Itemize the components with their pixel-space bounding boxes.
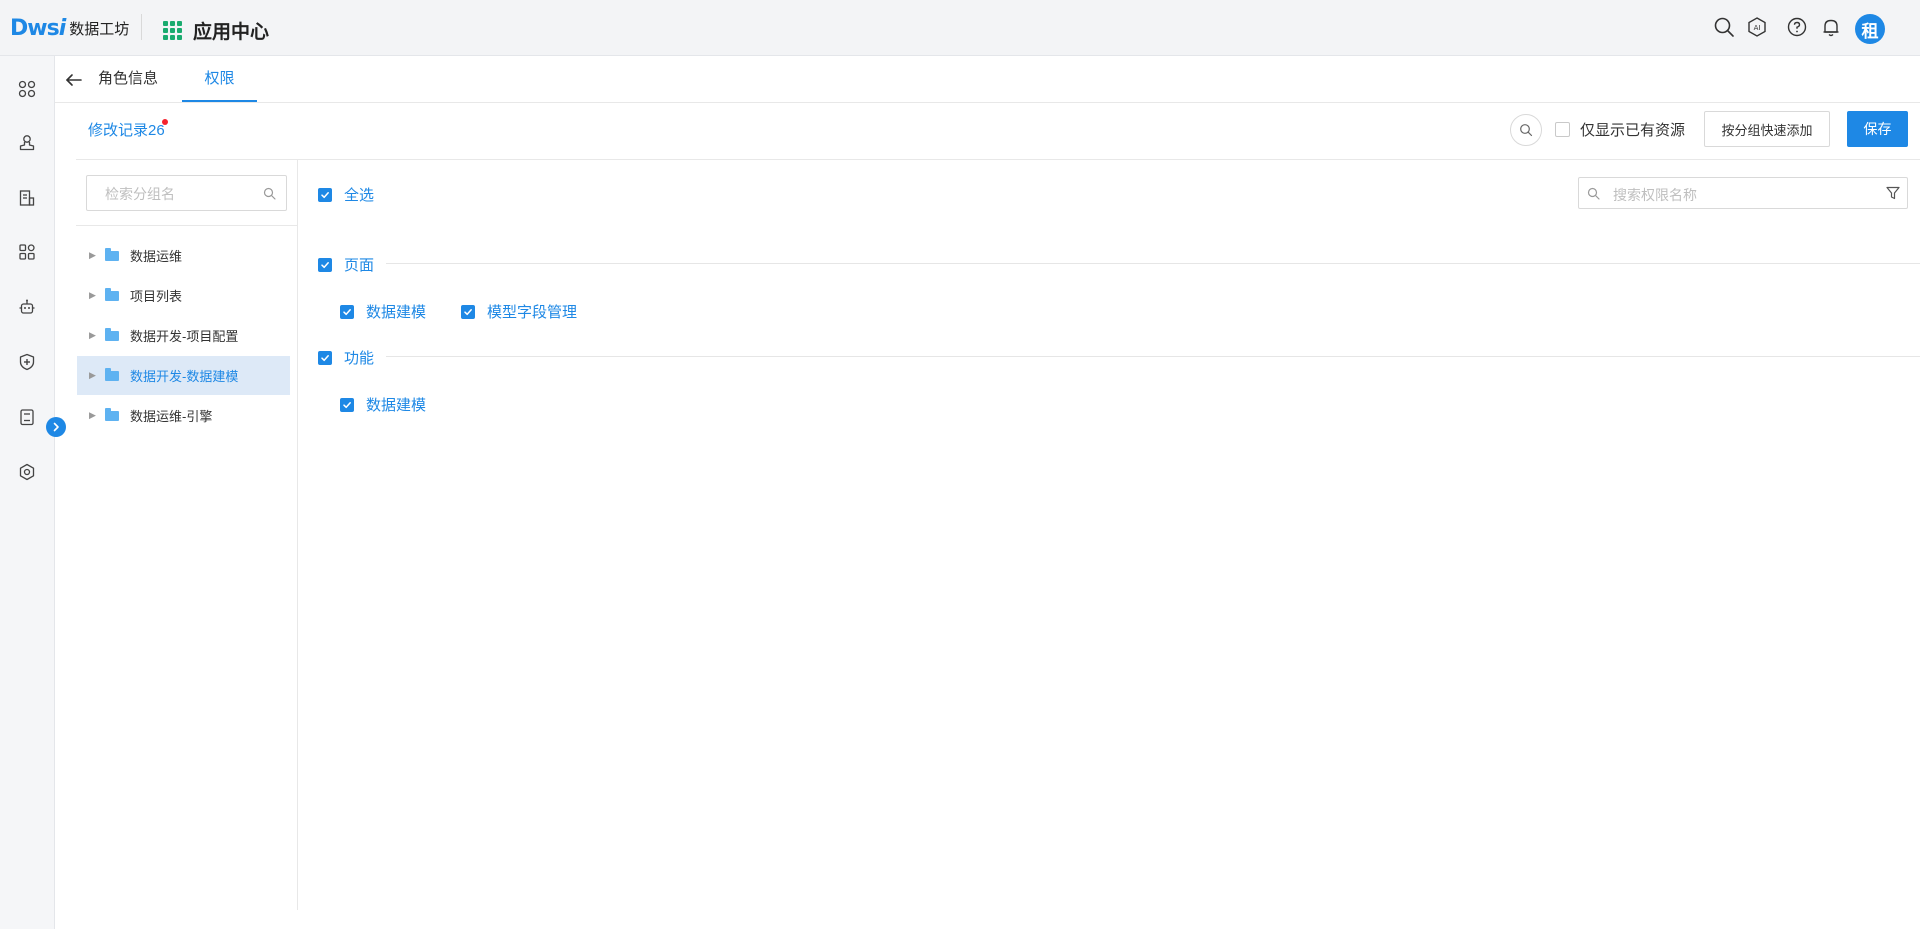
checkbox-checked[interactable]: [318, 187, 332, 202]
bell-icon[interactable]: [1820, 16, 1842, 38]
settings-icon[interactable]: [15, 460, 39, 484]
caret-right-icon[interactable]: ▶: [89, 410, 97, 421]
folder-icon: [105, 407, 119, 421]
checkbox-checked[interactable]: [318, 257, 332, 272]
select-all-label: 全选: [344, 187, 375, 204]
perm-item-data-modeling-page[interactable]: 数据建模: [340, 301, 426, 322]
folder-icon: [105, 367, 119, 381]
apps-icon[interactable]: [15, 77, 39, 101]
folder-icon: [105, 287, 119, 301]
section-divider: [386, 263, 1920, 264]
checkbox-checked[interactable]: [461, 304, 475, 319]
check-icon: [343, 308, 351, 315]
app-center-label: 应用中心: [193, 22, 270, 43]
quick-add-by-group-button[interactable]: 按分组快速添加: [1704, 111, 1830, 147]
check-icon: [321, 191, 329, 198]
logo[interactable]: Dwsi 数据工坊: [10, 14, 129, 42]
logo-text: 数据工坊: [69, 20, 130, 38]
permission-search-input[interactable]: [1611, 185, 1865, 205]
section-pages-title: 页面: [344, 257, 375, 274]
section-divider: [386, 356, 1920, 357]
group-search-input[interactable]: [103, 184, 257, 204]
caret-right-icon[interactable]: ▶: [89, 330, 97, 341]
tree-item-label: 项目列表: [130, 289, 183, 304]
tree-item-label: 数据开发-数据建模: [130, 369, 239, 384]
perm-item-data-modeling-function[interactable]: 数据建模: [340, 394, 426, 415]
check-icon: [321, 354, 329, 361]
select-all-checkbox[interactable]: 全选: [318, 184, 374, 205]
divider: [76, 225, 297, 226]
only-show-existing-label: 仅显示已有资源: [1580, 122, 1686, 139]
user-stamp-icon[interactable]: [15, 131, 39, 155]
app-grid-icon: [163, 20, 183, 41]
back-arrow-icon[interactable]: [64, 70, 84, 90]
checkbox-checked[interactable]: [340, 397, 354, 412]
divider: [141, 14, 142, 40]
avatar[interactable]: 租: [1855, 14, 1885, 44]
tab-permissions[interactable]: 权限: [182, 56, 257, 102]
logo-mark: Dwsi: [10, 15, 66, 41]
clipboard-icon[interactable]: [15, 405, 39, 429]
section-functions-title: 功能: [344, 350, 375, 367]
robot-icon[interactable]: [15, 295, 39, 319]
caret-right-icon[interactable]: ▶: [89, 290, 97, 301]
perm-item-label: 数据建模: [366, 397, 427, 414]
svg-text:AI: AI: [1754, 24, 1761, 32]
tree-item-dev-project-config[interactable]: ▶ 数据开发-项目配置: [77, 316, 290, 355]
perm-item-model-field-management[interactable]: 模型字段管理: [461, 301, 577, 322]
help-icon[interactable]: [1786, 16, 1808, 38]
section-functions-checkbox[interactable]: 功能: [318, 347, 374, 368]
top-bar: [0, 0, 1920, 56]
tree-item-label: 数据运维-引擎: [130, 409, 213, 424]
group-search-field[interactable]: [86, 175, 287, 211]
folder-icon: [105, 247, 119, 261]
modules-icon[interactable]: [15, 240, 39, 264]
change-log-link[interactable]: 修改记录26: [88, 119, 165, 140]
search-icon[interactable]: [1713, 16, 1735, 38]
tree-item-data-ops[interactable]: ▶ 数据运维: [77, 236, 290, 275]
tab-bar: [55, 56, 1920, 103]
caret-right-icon[interactable]: ▶: [89, 370, 97, 381]
tree-item-dev-data-modeling[interactable]: ▶ 数据开发-数据建模: [77, 356, 290, 395]
tree-item-ops-engine[interactable]: ▶ 数据运维-引擎: [77, 396, 290, 435]
notification-dot: [162, 119, 168, 125]
checkbox-checked[interactable]: [340, 304, 354, 319]
chevron-right-icon: [53, 422, 59, 432]
folder-icon: [105, 327, 119, 341]
perm-item-label: 数据建模: [366, 304, 427, 321]
search-icon: [263, 187, 276, 205]
filter-icon[interactable]: [1885, 185, 1901, 206]
check-icon: [343, 401, 351, 408]
expand-rail-button[interactable]: [46, 417, 66, 437]
permission-search-field[interactable]: [1578, 177, 1908, 209]
app-center-button[interactable]: 应用中心: [163, 17, 269, 44]
document-chart-icon[interactable]: [15, 186, 39, 210]
tree-item-label: 数据运维: [130, 249, 183, 264]
tree-item-project-list[interactable]: ▶ 项目列表: [77, 276, 290, 315]
only-show-existing-checkbox[interactable]: 仅显示已有资源: [1555, 119, 1685, 140]
search-icon[interactable]: [1510, 114, 1542, 146]
tab-role-info[interactable]: 角色信息: [98, 56, 158, 102]
checkbox-checked[interactable]: [318, 350, 332, 365]
tree-item-label: 数据开发-项目配置: [130, 329, 239, 344]
check-icon: [464, 308, 472, 315]
check-icon: [321, 261, 329, 268]
ai-icon[interactable]: AI: [1746, 16, 1768, 38]
section-pages-checkbox[interactable]: 页面: [318, 254, 374, 275]
caret-right-icon[interactable]: ▶: [89, 250, 97, 261]
shield-plus-icon[interactable]: [15, 350, 39, 374]
checkbox[interactable]: [1555, 122, 1570, 137]
save-button[interactable]: 保存: [1847, 111, 1908, 147]
perm-item-label: 模型字段管理: [487, 304, 578, 321]
search-icon: [1587, 187, 1600, 205]
